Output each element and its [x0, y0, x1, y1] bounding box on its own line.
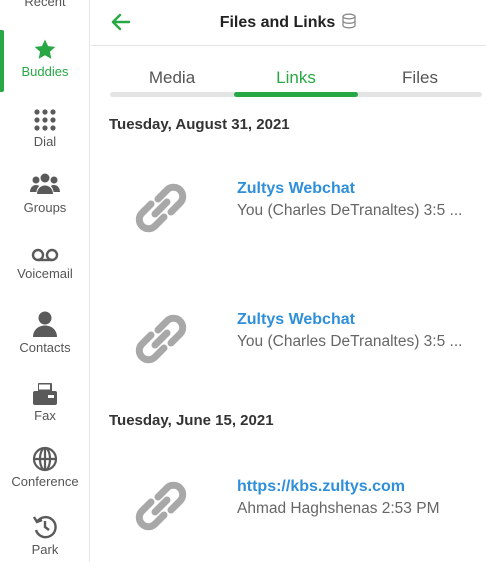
- link-icon: [135, 183, 187, 233]
- sidebar-item-contacts[interactable]: Contacts: [0, 310, 90, 355]
- link-item[interactable]: https://kbs.zultys.com Ahmad Haghshenas …: [91, 476, 486, 562]
- link-title[interactable]: https://kbs.zultys.com: [237, 478, 405, 496]
- tab-files[interactable]: Files: [360, 68, 480, 88]
- group-icon: [30, 173, 60, 194]
- page-title-text: Files and Links: [219, 14, 336, 31]
- globe-icon: [32, 446, 58, 472]
- link-title[interactable]: Zultys Webchat: [237, 311, 355, 329]
- media-tabs: Media Links Files: [91, 46, 486, 98]
- sidebar-item-recent[interactable]: Recent: [0, 0, 90, 9]
- sidebar-item-conference[interactable]: Conference: [0, 446, 90, 489]
- sidebar-item-buddies[interactable]: Buddies: [0, 38, 90, 79]
- files-and-links-panel: Files and Links Media Links Files Tuesda…: [91, 0, 486, 562]
- sidebar-item-groups[interactable]: Groups: [0, 172, 90, 215]
- link-title[interactable]: Zultys Webchat: [237, 180, 355, 198]
- fax-icon: [33, 383, 57, 405]
- sidebar-item-label: Voicemail: [17, 266, 73, 281]
- star-icon: [34, 39, 56, 59]
- contact-icon: [33, 311, 57, 337]
- sidebar-item-label: Buddies: [21, 64, 69, 79]
- tab-media[interactable]: Media: [112, 68, 232, 88]
- sidebar-item-label: Contacts: [19, 340, 71, 355]
- sidebar-item-park[interactable]: Park: [0, 514, 90, 557]
- link-icon: [135, 314, 187, 364]
- sidebar-item-label: Conference: [11, 474, 79, 489]
- sidebar-item-label: Dial: [33, 134, 57, 149]
- link-item[interactable]: Zultys Webchat You (Charles DeTranaltes)…: [91, 309, 486, 399]
- tab-links[interactable]: Links: [236, 68, 356, 88]
- sidebar-item-fax[interactable]: Fax: [0, 382, 90, 423]
- voicemail-icon: [31, 248, 59, 262]
- tab-active-indicator: [234, 92, 358, 97]
- link-item[interactable]: Zultys Webchat You (Charles DeTranaltes)…: [91, 178, 486, 268]
- page-title: Files and Links: [91, 13, 486, 32]
- sidebar-item-voicemail[interactable]: Voicemail: [0, 248, 90, 281]
- sidebar-item-label: Groups: [23, 200, 67, 215]
- link-sender-time: You (Charles DeTranaltes) 3:5 ...: [237, 202, 463, 219]
- sidebar-item-label: Recent: [24, 0, 66, 9]
- dialpad-icon: [34, 109, 56, 131]
- sidebar-item-label: Park: [31, 542, 59, 557]
- sidebar: Recent Buddies Dial Groups Voicemail Con…: [0, 0, 90, 562]
- panel-header: Files and Links: [91, 0, 486, 46]
- park-icon: [32, 515, 57, 539]
- link-sender-time: Ahmad Haghshenas 2:53 PM: [237, 500, 440, 517]
- link-icon: [135, 481, 187, 531]
- sidebar-item-label: Fax: [34, 408, 56, 423]
- database-icon[interactable]: [341, 13, 357, 29]
- date-header: Tuesday, June 15, 2021: [109, 412, 274, 429]
- date-header: Tuesday, August 31, 2021: [109, 116, 290, 133]
- link-sender-time: You (Charles DeTranaltes) 3:5 ...: [237, 333, 463, 350]
- sidebar-item-dial[interactable]: Dial: [0, 108, 90, 149]
